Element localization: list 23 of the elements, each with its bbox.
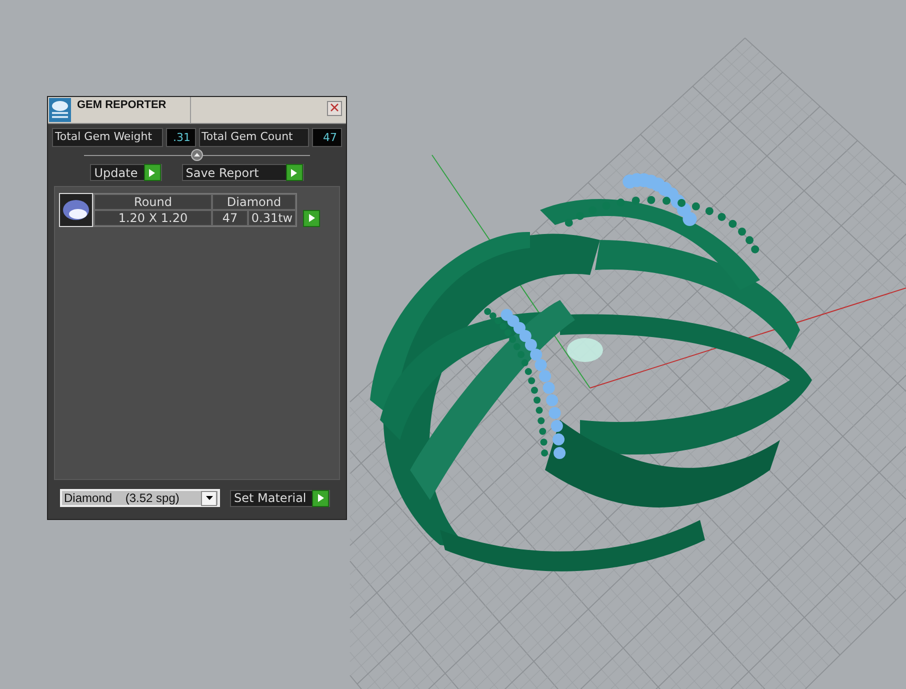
play-icon bbox=[286, 164, 303, 181]
play-icon bbox=[144, 164, 161, 181]
play-icon bbox=[312, 490, 330, 506]
set-material-button[interactable]: Set Material bbox=[230, 490, 330, 506]
gem-app-icon bbox=[49, 98, 71, 122]
play-icon bbox=[303, 210, 320, 226]
gem-shape: Round bbox=[94, 194, 212, 210]
close-icon bbox=[330, 102, 339, 112]
total-label: Total Gem Count bbox=[198, 128, 309, 147]
gem-material: Diamond bbox=[212, 194, 296, 210]
action-button[interactable]: Save Report bbox=[182, 164, 304, 181]
gem-size: 1.20 X 1.20 bbox=[94, 210, 212, 226]
total-value: 47 bbox=[312, 128, 342, 147]
material-dropdown[interactable]: Diamond (3.52 spg) bbox=[60, 489, 220, 507]
gem-count: 47 bbox=[212, 210, 248, 226]
gem-weight: 0.31tw bbox=[248, 210, 296, 226]
action-button[interactable]: Update bbox=[90, 164, 162, 181]
collapse-icon[interactable] bbox=[191, 149, 203, 161]
gem-thumbnail bbox=[59, 193, 93, 227]
panel-title: GEM REPORTER bbox=[73, 97, 191, 123]
close-button[interactable] bbox=[327, 101, 342, 116]
total-value: .31 bbox=[166, 128, 196, 147]
total-label: Total Gem Weight bbox=[52, 128, 162, 147]
